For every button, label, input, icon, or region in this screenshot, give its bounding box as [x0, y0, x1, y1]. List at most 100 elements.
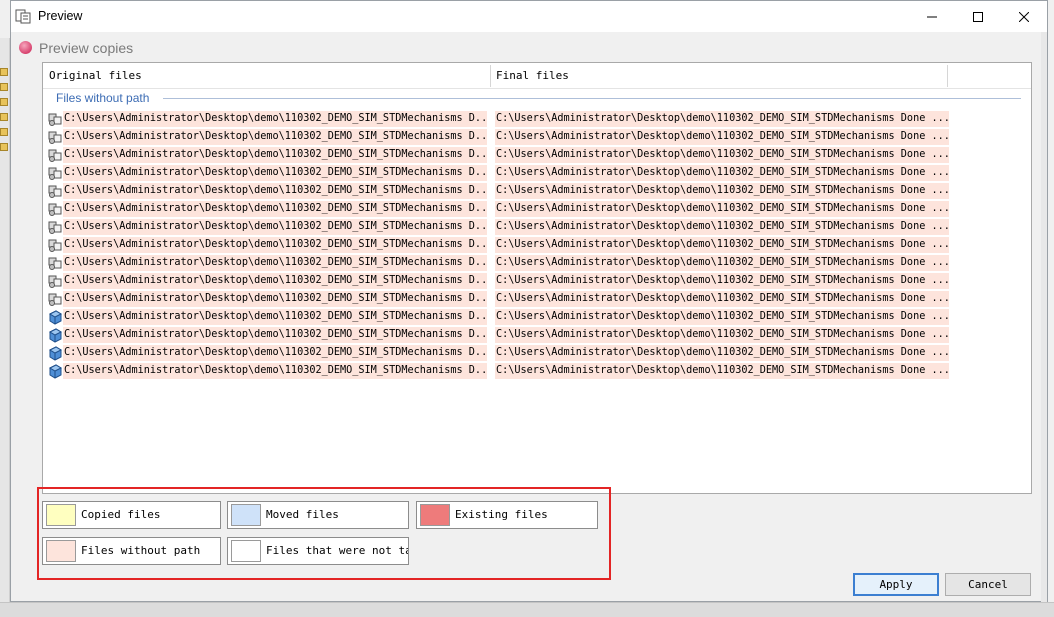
file-rows: C:\Users\Administrator\Desktop\demo\1103… — [47, 110, 949, 380]
legend-callout: Copied files Moved files Existing files … — [37, 487, 611, 580]
original-file-cell: C:\Users\Administrator\Desktop\demo\1103… — [63, 291, 487, 307]
final-file-cell: C:\Users\Administrator\Desktop\demo\1103… — [495, 111, 949, 127]
legend-swatch — [231, 540, 261, 562]
folder-icon — [0, 128, 8, 136]
original-file-cell: C:\Users\Administrator\Desktop\demo\1103… — [63, 255, 487, 271]
column-final-files[interactable]: Final files — [496, 69, 569, 82]
background-app-strip — [0, 38, 10, 617]
maximize-button[interactable] — [955, 1, 1001, 32]
assembly-icon — [47, 219, 63, 235]
final-file-cell: C:\Users\Administrator\Desktop\demo\1103… — [495, 291, 949, 307]
legend-swatch — [420, 504, 450, 526]
legend-label: Copied files — [81, 508, 161, 521]
final-file-cell: C:\Users\Administrator\Desktop\demo\1103… — [495, 345, 949, 361]
table-row[interactable]: C:\Users\Administrator\Desktop\demo\1103… — [47, 308, 949, 326]
final-file-cell: C:\Users\Administrator\Desktop\demo\1103… — [495, 201, 949, 217]
column-divider[interactable] — [490, 65, 491, 87]
final-file-cell: C:\Users\Administrator\Desktop\demo\1103… — [495, 363, 949, 379]
preview-dialog: Preview Preview copies Original files Fi… — [10, 0, 1048, 602]
original-file-cell: C:\Users\Administrator\Desktop\demo\1103… — [63, 111, 487, 127]
assembly-icon — [47, 237, 63, 253]
table-row[interactable]: C:\Users\Administrator\Desktop\demo\1103… — [47, 164, 949, 182]
original-file-cell: C:\Users\Administrator\Desktop\demo\1103… — [63, 147, 487, 163]
assembly-icon — [47, 147, 63, 163]
original-file-cell: C:\Users\Administrator\Desktop\demo\1103… — [63, 345, 487, 361]
final-file-cell: C:\Users\Administrator\Desktop\demo\1103… — [495, 309, 949, 325]
legend-label: Files without path — [81, 544, 201, 557]
original-file-cell: C:\Users\Administrator\Desktop\demo\1103… — [63, 183, 487, 199]
assembly-icon — [47, 255, 63, 271]
column-original-files[interactable]: Original files — [49, 69, 142, 82]
assembly-icon — [47, 129, 63, 145]
legend-moved-files: Moved files — [227, 501, 409, 529]
legend-existing-files: Existing files — [416, 501, 598, 529]
cancel-button[interactable]: Cancel — [945, 573, 1031, 596]
table-row[interactable]: C:\Users\Administrator\Desktop\demo\1103… — [47, 272, 949, 290]
table-row[interactable]: C:\Users\Administrator\Desktop\demo\1103… — [47, 326, 949, 344]
table-row[interactable]: C:\Users\Administrator\Desktop\demo\1103… — [47, 290, 949, 308]
original-file-cell: C:\Users\Administrator\Desktop\demo\1103… — [63, 129, 487, 145]
apply-button[interactable]: Apply — [853, 573, 939, 596]
table-row[interactable]: C:\Users\Administrator\Desktop\demo\1103… — [47, 236, 949, 254]
final-file-cell: C:\Users\Administrator\Desktop\demo\1103… — [495, 165, 949, 181]
table-row[interactable]: C:\Users\Administrator\Desktop\demo\1103… — [47, 200, 949, 218]
legend-copied-files: Copied files — [42, 501, 221, 529]
original-file-cell: C:\Users\Administrator\Desktop\demo\1103… — [63, 327, 487, 343]
folder-icon — [0, 143, 8, 151]
part-icon — [47, 363, 63, 379]
folder-icon — [0, 83, 8, 91]
final-file-cell: C:\Users\Administrator\Desktop\demo\1103… — [495, 255, 949, 271]
final-file-cell: C:\Users\Administrator\Desktop\demo\1103… — [495, 183, 949, 199]
table-row[interactable]: C:\Users\Administrator\Desktop\demo\1103… — [47, 146, 949, 164]
title-bar[interactable]: Preview — [11, 1, 1047, 32]
maximize-icon — [973, 11, 983, 22]
assembly-icon — [47, 183, 63, 199]
original-file-cell: C:\Users\Administrator\Desktop\demo\1103… — [63, 273, 487, 289]
minimize-icon — [927, 16, 937, 17]
original-file-cell: C:\Users\Administrator\Desktop\demo\1103… — [63, 201, 487, 217]
legend-files-not-taken: Files that were not take — [227, 537, 409, 565]
final-file-cell: C:\Users\Administrator\Desktop\demo\1103… — [495, 237, 949, 253]
original-file-cell: C:\Users\Administrator\Desktop\demo\1103… — [63, 363, 487, 379]
final-file-cell: C:\Users\Administrator\Desktop\demo\1103… — [495, 273, 949, 289]
part-icon — [47, 327, 63, 343]
original-file-cell: C:\Users\Administrator\Desktop\demo\1103… — [63, 219, 487, 235]
legend-swatch — [46, 504, 76, 526]
table-row[interactable]: C:\Users\Administrator\Desktop\demo\1103… — [47, 128, 949, 146]
group-title: Files without path — [56, 91, 150, 105]
final-file-cell: C:\Users\Administrator\Desktop\demo\1103… — [495, 129, 949, 145]
close-button[interactable] — [1001, 1, 1047, 32]
preview-app-icon — [15, 9, 31, 24]
legend-swatch — [46, 540, 76, 562]
original-file-cell: C:\Users\Administrator\Desktop\demo\1103… — [63, 237, 487, 253]
final-file-cell: C:\Users\Administrator\Desktop\demo\1103… — [495, 219, 949, 235]
window-title: Preview — [38, 9, 83, 23]
preview-list[interactable]: Original files Final files Files without… — [42, 62, 1032, 494]
background-app-bottom — [0, 602, 1054, 617]
folder-icon — [0, 98, 8, 106]
assembly-icon — [47, 165, 63, 181]
original-file-cell: C:\Users\Administrator\Desktop\demo\1103… — [63, 309, 487, 325]
part-icon — [47, 309, 63, 325]
assembly-icon — [47, 111, 63, 127]
original-file-cell: C:\Users\Administrator\Desktop\demo\1103… — [63, 165, 487, 181]
table-row[interactable]: C:\Users\Administrator\Desktop\demo\1103… — [47, 218, 949, 236]
table-row[interactable]: C:\Users\Administrator\Desktop\demo\1103… — [47, 344, 949, 362]
table-row[interactable]: C:\Users\Administrator\Desktop\demo\1103… — [47, 254, 949, 272]
folder-icon — [0, 113, 8, 121]
window-scrollbar[interactable] — [1041, 32, 1047, 602]
final-file-cell: C:\Users\Administrator\Desktop\demo\1103… — [495, 147, 949, 163]
legend-files-without-path: Files without path — [42, 537, 221, 565]
close-icon — [1019, 11, 1029, 22]
table-row[interactable]: C:\Users\Administrator\Desktop\demo\1103… — [47, 182, 949, 200]
column-divider[interactable] — [947, 65, 948, 87]
table-row[interactable]: C:\Users\Administrator\Desktop\demo\1103… — [47, 110, 949, 128]
assembly-icon — [47, 291, 63, 307]
legend-label: Files that were not take — [266, 544, 408, 557]
final-file-cell: C:\Users\Administrator\Desktop\demo\1103… — [495, 327, 949, 343]
minimize-button[interactable] — [909, 1, 955, 32]
status-dot-icon — [19, 41, 32, 54]
table-row[interactable]: C:\Users\Administrator\Desktop\demo\1103… — [47, 362, 949, 380]
column-header: Original files Final files — [43, 63, 1031, 89]
group-divider — [163, 98, 1021, 99]
